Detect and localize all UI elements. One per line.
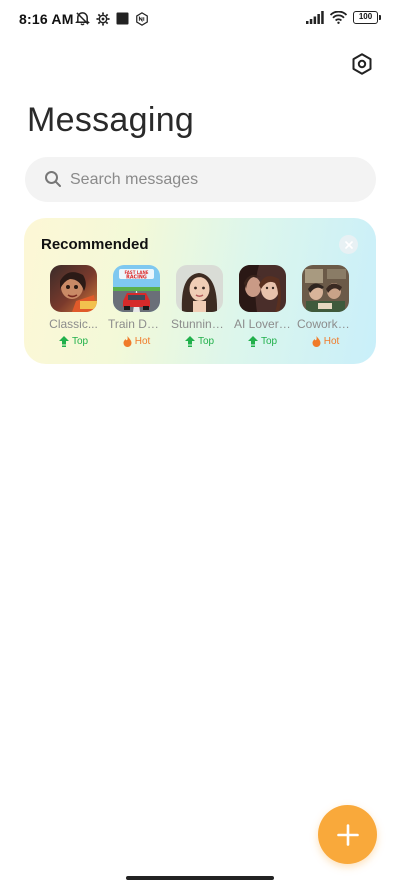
flame-icon [123, 335, 132, 347]
recommended-apps: Classic... Top FAST LANE RACING Train De… [45, 265, 365, 355]
app-tag-label: Hot [323, 335, 340, 347]
search-icon [45, 171, 61, 187]
recommended-app-coworker[interactable]: Coworke... Hot [297, 265, 357, 355]
close-icon [344, 240, 353, 249]
square-icon [116, 12, 129, 25]
messaging-screen: 8:16 AM 100 Messaging Search messages Re… [0, 0, 400, 888]
page-title: Messaging [27, 101, 195, 139]
search-bar[interactable] [25, 157, 376, 202]
home-indicator[interactable] [126, 876, 274, 880]
search-input[interactable] [70, 157, 360, 202]
recommended-card: Recommended Classic... Top FAST LANE RAC… [24, 218, 376, 364]
app-tag-coworker: Hot [297, 334, 354, 348]
svg-text:RACING: RACING [126, 275, 147, 281]
app-tag-label: Top [71, 335, 89, 347]
recommended-title: Recommended [41, 236, 149, 253]
status-bar: 8:16 AM 100 [0, 0, 400, 38]
wifi-icon [330, 11, 347, 24]
arrow-up-icon [184, 335, 195, 347]
status-icons-right: 100 [306, 11, 381, 24]
recommended-app-classic[interactable]: Classic... Top [45, 265, 105, 355]
gear-outline-icon [96, 11, 110, 26]
battery-indicator: 100 [353, 11, 381, 24]
settings-button[interactable] [348, 50, 376, 78]
settings-hex-icon [352, 53, 372, 75]
app-icon-ai-lover [239, 265, 286, 312]
recommended-app-stunning[interactable]: Stunning... Top [171, 265, 231, 355]
muted-notification-icon [75, 12, 90, 26]
app-icon-classic [50, 265, 97, 312]
app-tag-classic: Top [45, 334, 102, 348]
app-tag-stunning: Top [171, 334, 228, 348]
flame-icon [312, 335, 321, 347]
app-tag-label: Top [260, 335, 278, 347]
plus-icon [336, 823, 359, 846]
status-time: 8:16 AM [19, 11, 74, 27]
app-tag-train: Hot [108, 334, 165, 348]
new-message-button[interactable] [318, 805, 377, 864]
app-tag-label: Top [197, 335, 215, 347]
app-tag-label: Hot [134, 335, 151, 347]
status-icons-left [75, 11, 149, 26]
app-name-ai-lover: AI Lover ... [234, 317, 291, 331]
app-name-classic: Classic... [49, 317, 98, 331]
recommended-app-train[interactable]: FAST LANE RACING Train Del... Hot [108, 265, 168, 355]
app-name-train: Train Del... [108, 317, 165, 331]
app-name-coworker: Coworke... [297, 317, 354, 331]
recommended-app-ai-lover[interactable]: AI Lover ... Top [234, 265, 294, 355]
app-tag-ai-lover: Top [234, 334, 291, 348]
arrow-up-icon [58, 335, 69, 347]
nfc-badge-icon [136, 11, 148, 26]
app-name-stunning: Stunning... [171, 317, 228, 331]
app-icon-train: FAST LANE RACING [113, 265, 160, 312]
app-icon-coworker [302, 265, 349, 312]
close-recommended-button[interactable] [339, 235, 358, 254]
arrow-up-icon [247, 335, 258, 347]
svg-text:FAST LANE: FAST LANE [124, 270, 148, 275]
app-icon-stunning [176, 265, 223, 312]
signal-icon [306, 11, 324, 24]
